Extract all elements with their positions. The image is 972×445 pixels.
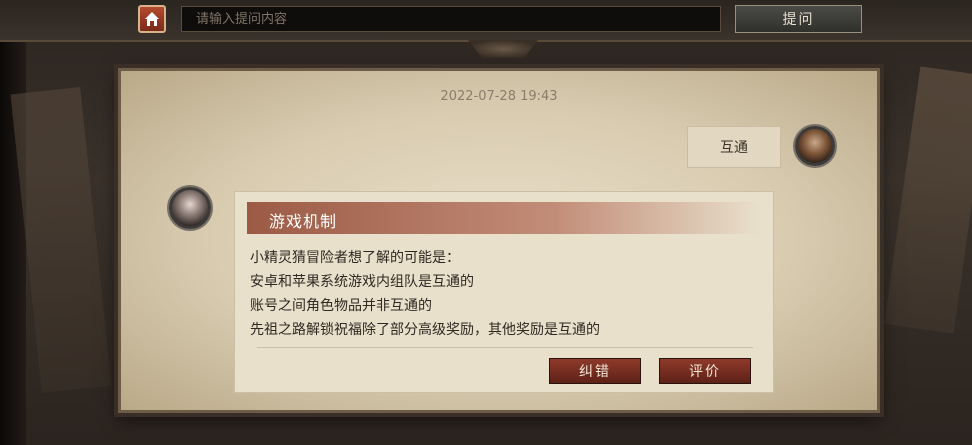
left-edge — [0, 0, 26, 445]
answer-lines: 小精灵猜冒险者想了解的可能是： 安卓和苹果系统游戏内组队是互通的 账号之间角色物… — [250, 246, 600, 342]
chat-panel: 2022-07-28 19:43 互通 游戏机制 小精灵猜冒险者想了解的可能是：… — [118, 68, 880, 413]
answer-divider — [257, 347, 753, 348]
home-icon — [145, 12, 159, 26]
top-bar: 提问 — [0, 0, 972, 42]
rate-button[interactable]: 评价 — [659, 358, 751, 384]
chat-timestamp: 2022-07-28 19:43 — [440, 89, 558, 104]
answer-card: 游戏机制 小精灵猜冒险者想了解的可能是： 安卓和苹果系统游戏内组队是互通的 账号… — [234, 191, 774, 393]
answer-line: 小精灵猜冒险者想了解的可能是： — [250, 250, 460, 266]
user-message-text: 互通 — [720, 140, 748, 156]
answer-header: 游戏机制 — [247, 202, 761, 234]
bot-avatar — [169, 187, 211, 229]
user-avatar — [795, 126, 835, 166]
ask-button[interactable]: 提问 — [735, 5, 862, 33]
answer-line: 先祖之路解锁祝福除了部分高级奖励，其他奖励是互通的 — [250, 322, 600, 338]
answer-line: 安卓和苹果系统游戏内组队是互通的 — [250, 274, 474, 290]
answer-line: 账号之间角色物品并非互通的 — [250, 298, 432, 314]
home-button[interactable] — [138, 5, 166, 33]
search-input[interactable] — [181, 6, 721, 32]
correct-button[interactable]: 纠错 — [549, 358, 641, 384]
header-ornament — [468, 40, 538, 58]
answer-title: 游戏机制 — [269, 212, 338, 231]
user-message-bubble: 互通 — [687, 126, 781, 168]
background-paper-right — [884, 66, 972, 334]
